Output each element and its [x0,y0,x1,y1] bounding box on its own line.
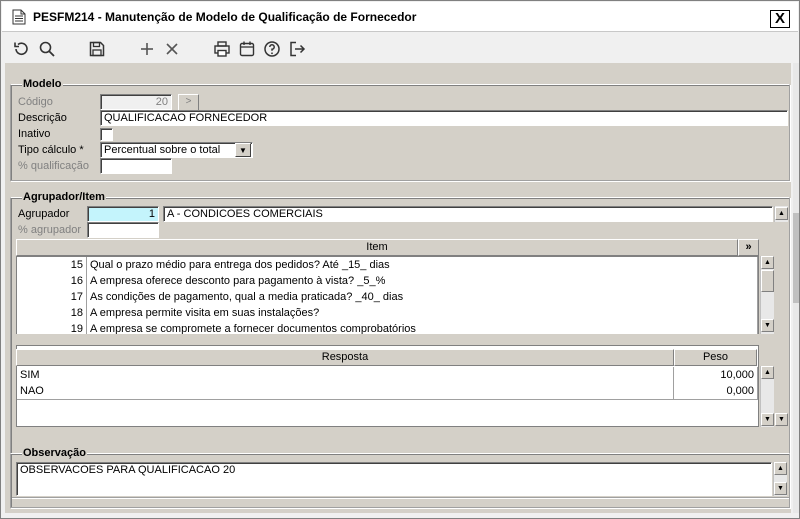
agrupador-code-field[interactable]: 1 [87,206,159,222]
save-icon[interactable] [88,40,106,58]
print-icon[interactable] [213,40,231,58]
resposta-column-header[interactable]: Resposta [16,349,674,366]
inativo-label: Inativo [18,128,51,140]
title-bar: PESFM214 - Manutenção de Modelo de Quali… [2,2,798,32]
scroll-down-icon[interactable]: ▼ [761,413,774,426]
item-text: As condições de pagamento, qual a media … [87,289,758,306]
item-text: A empresa permite visita em suas instala… [87,305,758,322]
descricao-field[interactable]: QUALIFICACAO FORNECEDOR [100,110,788,126]
descricao-label: Descrição [18,112,67,124]
agrupador-label: Agrupador [18,208,70,220]
resposta-grid-scrollbar[interactable]: ▲ ▼ [760,366,774,427]
perc-agrupador-label: % agrupador [18,224,81,236]
table-row[interactable]: 16 A empresa oferece desconto para pagam… [17,273,758,290]
scroll-up-icon[interactable]: ▲ [774,462,787,475]
observacao-textarea[interactable]: OBSERVACOES PARA QUALIFICACAO 20 [16,462,772,496]
tipo-calculo-select[interactable]: Percentual sobre o total [100,142,253,158]
add-icon[interactable] [138,40,156,58]
item-number: 15 [17,257,87,274]
observacao-group: Observação OBSERVACOES PARA QUALIFICACAO… [10,447,790,508]
perc-agrupador-field[interactable] [87,222,159,238]
main-window: PESFM214 - Manutenção de Modelo de Quali… [0,0,800,519]
codigo-field[interactable]: 20 [100,94,172,110]
table-row[interactable]: 15 Qual o prazo médio para entrega dos p… [17,257,758,274]
scroll-up-icon[interactable]: ▲ [761,366,774,379]
document-icon [12,9,26,25]
calendar-icon[interactable] [238,40,256,58]
modelo-title: Modelo [22,78,63,90]
expand-button[interactable]: » [738,239,759,256]
agrupador-desc-field[interactable]: A - CONDICOES COMERCIAIS [163,206,773,222]
peso-cell: 10,000 [674,367,758,384]
peso-cell: 0,000 [674,383,758,400]
table-row[interactable]: SIM 10,000 [17,367,758,384]
scroll-up-icon[interactable]: ▲ [775,207,788,220]
scroll-thumb[interactable] [761,270,774,292]
item-column-header[interactable]: Item [16,239,738,256]
item-grid: 15 Qual o prazo médio para entrega dos p… [16,256,759,334]
agrupador-scrollbar[interactable]: ▲ [774,206,788,222]
help-icon[interactable] [263,40,281,58]
toolbar [2,33,798,63]
table-row[interactable]: 19 A empresa se compromete a fornecer do… [17,321,758,334]
codigo-label: Código [18,96,53,108]
window-scrollbar[interactable] [793,63,799,513]
resposta-grid: Resposta Peso SIM 10,000 NAO 0,000 [16,345,759,427]
peso-column-header[interactable]: Peso [674,349,757,366]
table-row[interactable]: 17 As condições de pagamento, qual a med… [17,289,758,306]
item-text: A empresa se compromete a fornecer docum… [87,321,758,334]
exit-icon[interactable] [288,40,306,58]
observacao-scrollbar[interactable]: ▲ ▼ [773,462,787,496]
item-number: 16 [17,273,87,290]
undo-icon[interactable] [12,40,30,58]
scroll-up-icon[interactable]: ▲ [761,256,774,269]
table-row[interactable]: 18 A empresa permite visita em suas inst… [17,305,758,322]
table-row[interactable]: NAO 0,000 [17,383,758,400]
qualificacao-field[interactable] [100,158,172,174]
agrupador-title: Agrupador/Item [22,191,106,203]
window-title: PESFM214 - Manutenção de Modelo de Quali… [33,10,417,24]
item-text: Qual o prazo médio para entrega dos pedi… [87,257,758,274]
item-number: 17 [17,289,87,306]
resposta-cell: NAO [17,383,674,400]
modelo-group: Modelo Código 20 > Descrição QUALIFICACA… [10,78,790,181]
scroll-down-icon[interactable]: ▼ [761,319,774,332]
codigo-lookup-button[interactable]: > [178,94,199,111]
content-area: Modelo Código 20 > Descrição QUALIFICACA… [5,63,791,513]
resposta-cell: SIM [17,367,674,384]
close-button[interactable]: X [770,10,790,28]
tipo-calculo-label: Tipo cálculo * [18,144,84,156]
item-number: 19 [17,321,87,334]
search-icon[interactable] [38,40,56,58]
observacao-title: Observação [22,447,87,459]
delete-icon[interactable] [163,40,181,58]
scroll-thumb[interactable] [793,213,799,303]
scroll-down-icon[interactable]: ▼ [775,413,788,426]
tipo-calculo-value: Percentual sobre o total [104,144,221,156]
item-number: 18 [17,305,87,322]
qualificacao-label: % qualificação [18,160,89,172]
inativo-checkbox[interactable] [100,128,113,141]
item-grid-scrollbar[interactable]: ▲ ▼ [760,256,774,334]
chevron-down-icon[interactable]: ▼ [235,143,251,157]
item-text: A empresa oferece desconto para pagament… [87,273,758,290]
scroll-down-icon[interactable]: ▼ [774,482,787,495]
